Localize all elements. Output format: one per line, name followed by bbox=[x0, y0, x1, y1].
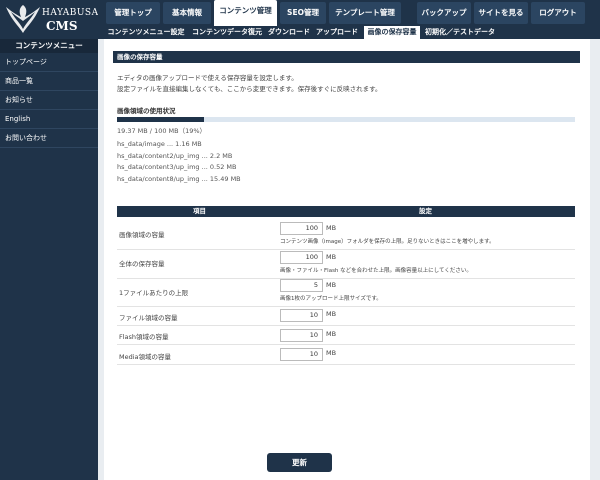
file-capacity-input[interactable]: 10 bbox=[280, 309, 323, 322]
table-row: Flash領域の容量 10 MB bbox=[117, 326, 575, 345]
per-file-limit-input[interactable]: 5 bbox=[280, 279, 323, 292]
unit-label: MB bbox=[326, 224, 337, 232]
total-capacity-input[interactable]: 100 bbox=[280, 251, 323, 264]
unit-label: MB bbox=[326, 349, 337, 357]
table-row: 1ファイルあたりの上限 5 MB 画像1枚のアップロード上限サイズです。 bbox=[117, 279, 575, 307]
row-label: 1ファイルあたりの上限 bbox=[119, 289, 189, 297]
tab-basic-info[interactable]: 基本情報 bbox=[163, 2, 211, 24]
logo-text-line2: CMS bbox=[46, 19, 78, 33]
table-row: 画像領域の容量 100 MB コンテンツ画像（image）フォルダを保存の上限。… bbox=[117, 220, 575, 250]
row-label: Flash領域の容量 bbox=[119, 333, 169, 341]
sidebar-item-top[interactable]: トップページ bbox=[0, 53, 98, 72]
subnav-content-restore[interactable]: コンテンツデータ復元 bbox=[190, 26, 264, 39]
list-item: hs_data/content2/up_img ... 2.2 MB bbox=[117, 151, 233, 160]
sidebar-title: コンテンツメニュー bbox=[0, 39, 98, 53]
sub-nav: コンテンツメニュー設定 コンテンツデータ復元 ダウンロード アップロード 画像の… bbox=[98, 26, 600, 39]
col-item-header: 項目 bbox=[193, 207, 206, 215]
description: エディタの画像アップロードで使える保存容量を設定します。 設定ファイルを直接編集… bbox=[117, 73, 382, 95]
tab-templates[interactable]: テンプレート管理 bbox=[329, 2, 401, 24]
logo-text-line1: HAYABUSA bbox=[42, 8, 99, 18]
usage-progress-fill bbox=[117, 117, 205, 122]
usage-title: 画像領域の使用状況 bbox=[117, 107, 176, 115]
row-label: 全体の保存容量 bbox=[119, 260, 165, 268]
unit-label: MB bbox=[326, 253, 337, 261]
subnav-image-storage[interactable]: 画像の保存容量 bbox=[364, 26, 420, 39]
list-item: hs_data/content3/up_img ... 0.52 MB bbox=[117, 163, 237, 171]
col-setting-header: 設定 bbox=[419, 207, 432, 215]
usage-path-list: hs_data/image ... 1.16 MB hs_data/conten… bbox=[117, 139, 241, 185]
main-content: 画像の保存容量 エディタの画像アップロードで使える保存容量を設定します。 設定フ… bbox=[104, 39, 590, 480]
row-note: コンテンツ画像（image）フォルダを保存の上限。足りないときはここを増やします… bbox=[280, 239, 495, 245]
flash-capacity-input[interactable]: 10 bbox=[280, 329, 323, 342]
table-row: ファイル領域の容量 10 MB bbox=[117, 307, 575, 326]
view-site-button[interactable]: サイトを見る bbox=[474, 2, 528, 24]
update-button[interactable]: 更新 bbox=[267, 453, 332, 472]
usage-progress-bar bbox=[117, 117, 575, 122]
subnav-content-menu-settings[interactable]: コンテンツメニュー設定 bbox=[104, 26, 188, 39]
list-item: hs_data/content8/up_img ... 15.49 MB bbox=[117, 174, 241, 183]
description-line1: エディタの画像アップロードで使える保存容量を設定します。 bbox=[117, 74, 298, 82]
sidebar-item-news[interactable]: お知らせ bbox=[0, 91, 98, 110]
top-nav: 管理トップ 基本情報 コンテンツ管理 SEO管理 テンプレート管理 バックアップ… bbox=[98, 0, 600, 26]
description-line2: 設定ファイルを直接編集しなくても、ここから変更できます。保存後すぐに反映されます… bbox=[117, 85, 382, 93]
list-item: hs_data/image ... 1.16 MB bbox=[117, 140, 202, 148]
subnav-upload[interactable]: アップロード bbox=[314, 26, 360, 39]
backup-button[interactable]: バックアップ bbox=[417, 2, 471, 24]
unit-label: MB bbox=[326, 281, 337, 289]
sidebar: HAYABUSA CMS コンテンツメニュー トップページ 商品一覧 お知らせ … bbox=[0, 0, 98, 480]
sidebar-menu: トップページ 商品一覧 お知らせ English お問い合わせ bbox=[0, 53, 98, 148]
unit-label: MB bbox=[326, 330, 337, 338]
table-row: 全体の保存容量 100 MB 画像・ファイル・Flash などを合わせた上限。画… bbox=[117, 250, 575, 279]
falcon-logo-icon bbox=[6, 5, 40, 33]
sidebar-item-english[interactable]: English bbox=[0, 110, 98, 129]
logout-button[interactable]: ログアウト bbox=[531, 2, 585, 24]
row-label: Media領域の容量 bbox=[119, 353, 172, 361]
row-label: 画像領域の容量 bbox=[119, 231, 165, 239]
settings-table-header: 項目 設定 bbox=[117, 206, 575, 217]
logo[interactable]: HAYABUSA CMS bbox=[0, 0, 98, 38]
tab-admin-top[interactable]: 管理トップ bbox=[106, 2, 160, 24]
tab-seo[interactable]: SEO管理 bbox=[280, 2, 326, 24]
sidebar-item-contact[interactable]: お問い合わせ bbox=[0, 129, 98, 148]
unit-label: MB bbox=[326, 310, 337, 318]
image-capacity-input[interactable]: 100 bbox=[280, 222, 323, 235]
row-note: 画像1枚のアップロード上限サイズです。 bbox=[280, 296, 382, 302]
tab-content-management[interactable]: コンテンツ管理 bbox=[214, 0, 277, 26]
row-label: ファイル領域の容量 bbox=[119, 314, 178, 322]
subnav-download[interactable]: ダウンロード bbox=[266, 26, 312, 39]
section-title: 画像の保存容量 bbox=[113, 51, 580, 63]
row-note: 画像・ファイル・Flash などを合わせた上限。画像容量以上にしてください。 bbox=[280, 268, 472, 274]
media-capacity-input[interactable]: 10 bbox=[280, 348, 323, 361]
usage-text: 19.37 MB / 100 MB（19%） bbox=[117, 127, 207, 135]
sidebar-item-products[interactable]: 商品一覧 bbox=[0, 72, 98, 91]
subnav-init-testdata[interactable]: 初期化／テストデータ bbox=[424, 26, 496, 39]
table-row: Media領域の容量 10 MB bbox=[117, 345, 575, 365]
